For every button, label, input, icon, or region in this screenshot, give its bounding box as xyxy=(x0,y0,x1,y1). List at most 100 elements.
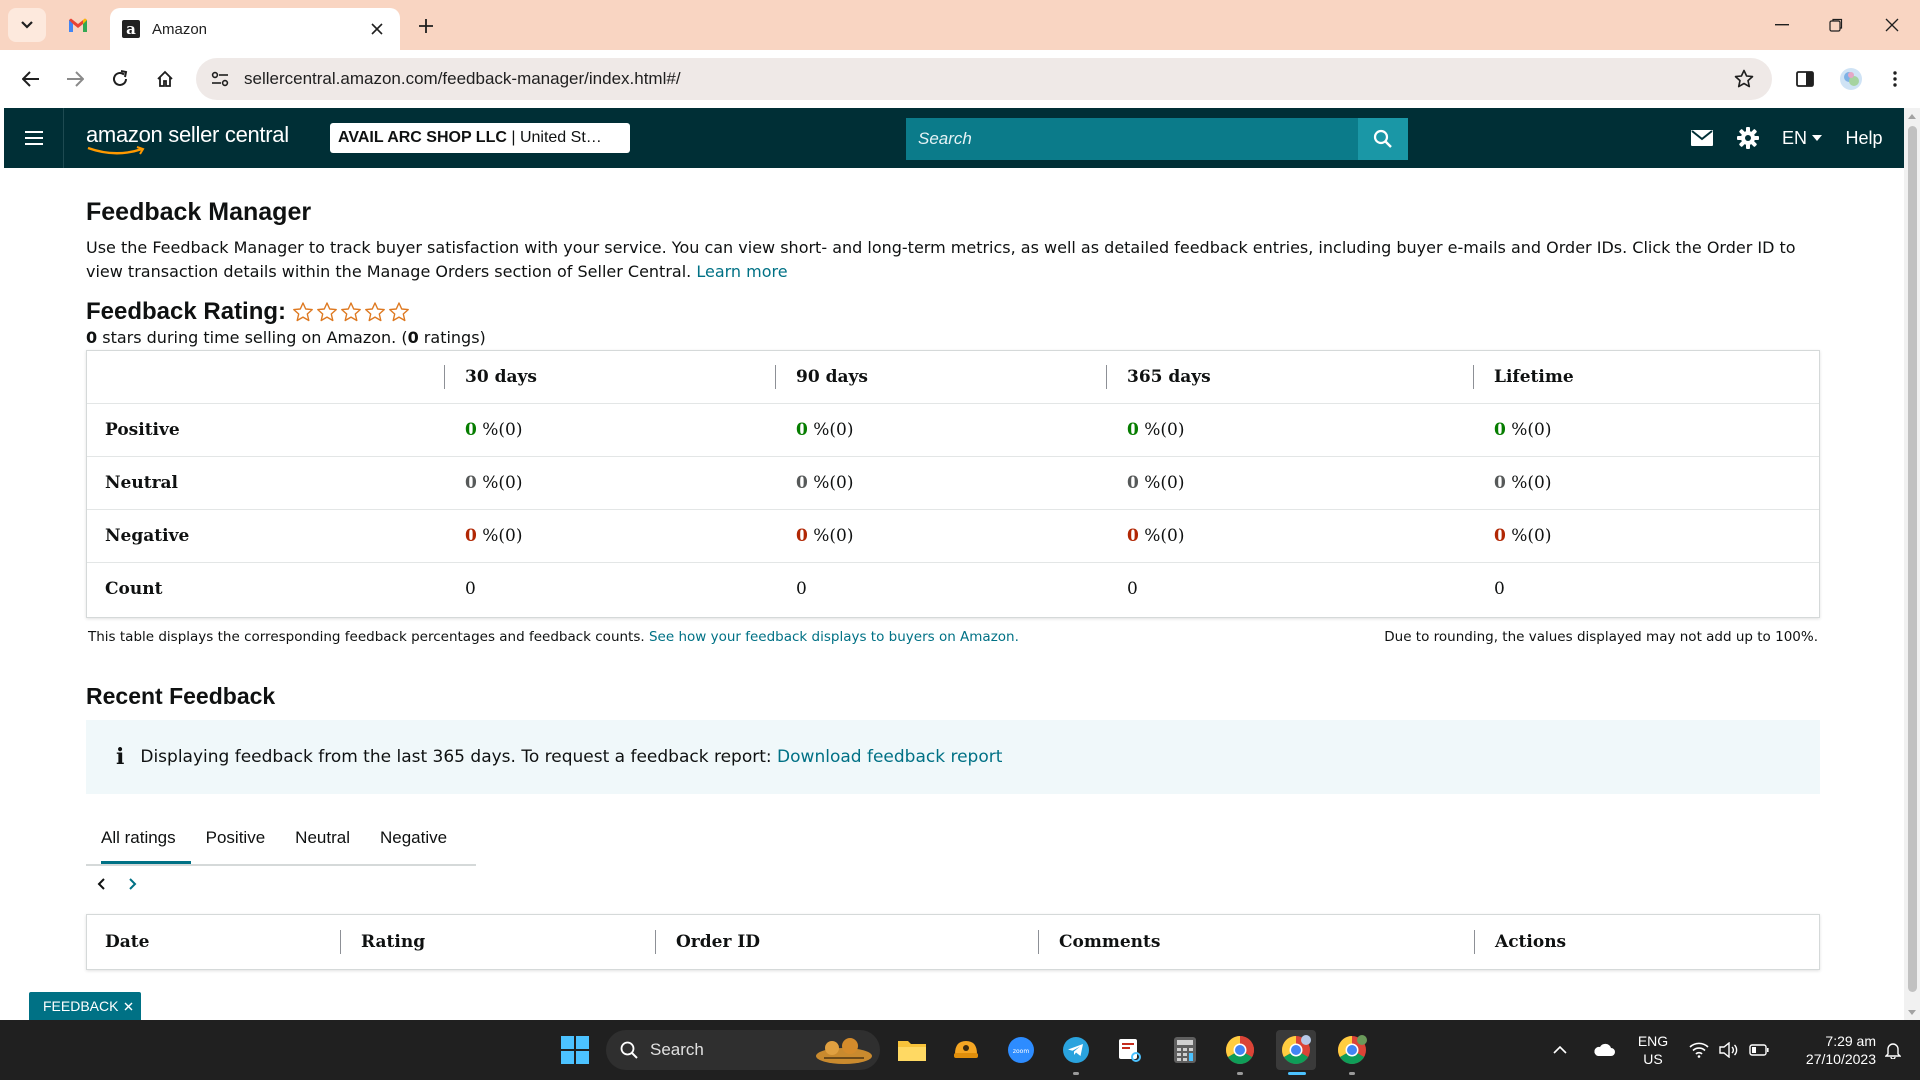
seller-central-logo[interactable]: amazon seller central xyxy=(86,122,289,155)
chevron-left-icon[interactable] xyxy=(94,876,108,892)
site-info-icon[interactable] xyxy=(200,58,240,100)
chevron-right-icon[interactable] xyxy=(126,876,140,892)
column-divider xyxy=(444,365,445,389)
count-value: 0 xyxy=(796,579,807,599)
metric-value: 0 xyxy=(1494,473,1506,493)
metric-count: %(0) xyxy=(476,420,523,440)
plus-icon xyxy=(419,19,433,33)
col-actions[interactable]: Actions xyxy=(1495,915,1566,969)
rating-summary: 0 stars during time selling on Amazon. (… xyxy=(86,328,486,347)
taskbar-calculator[interactable] xyxy=(1165,1030,1205,1070)
col-comments[interactable]: Comments xyxy=(1059,915,1160,969)
language-selector[interactable]: EN xyxy=(1778,123,1826,153)
taskbar-chrome-1[interactable] xyxy=(1220,1030,1260,1070)
close-window-button[interactable] xyxy=(1872,10,1912,40)
taskbar-chrome-2[interactable] xyxy=(1276,1030,1316,1070)
col-date[interactable]: Date xyxy=(105,915,149,969)
back-button[interactable] xyxy=(14,62,48,96)
telegram-icon xyxy=(1063,1037,1089,1063)
taskbar-chrome-3[interactable] xyxy=(1332,1030,1372,1070)
metric-count: %(0) xyxy=(476,526,523,546)
tab-all-ratings[interactable]: All ratings xyxy=(86,812,191,864)
menu-button[interactable] xyxy=(4,108,64,168)
tab-negative[interactable]: Negative xyxy=(365,812,462,864)
metric-count: %(0) xyxy=(1505,473,1552,493)
download-report-link[interactable]: Download feedback report xyxy=(777,747,1002,767)
metric-value: 0 xyxy=(796,420,808,440)
taskbar-zoom[interactable]: zoom xyxy=(1001,1030,1041,1070)
start-button[interactable] xyxy=(555,1030,595,1070)
account-switcher[interactable]: AVAIL ARC SHOP LLC | United St… xyxy=(330,123,630,153)
tab-search-button[interactable] xyxy=(8,8,46,42)
feedback-display-link[interactable]: See how your feedback displays to buyers… xyxy=(649,629,1019,645)
tab-neutral[interactable]: Neutral xyxy=(280,812,365,864)
chevron-down-icon xyxy=(21,21,33,29)
learn-more-link[interactable]: Learn more xyxy=(696,262,787,281)
scroll-thumb[interactable] xyxy=(1908,126,1917,992)
page-scrollbar[interactable] xyxy=(1904,108,1920,1020)
row-label: Count xyxy=(105,579,163,599)
col-order-id[interactable]: Order ID xyxy=(676,915,760,969)
metric-cell: 0 %(0) xyxy=(796,404,853,457)
search-input[interactable] xyxy=(906,118,1359,160)
home-button[interactable] xyxy=(148,62,182,96)
col-30-days: 30 days xyxy=(465,367,537,387)
header-search xyxy=(906,118,1408,160)
column-divider xyxy=(1038,930,1039,954)
metric-count: %(0) xyxy=(1505,526,1552,546)
taskbar-file-explorer[interactable] xyxy=(892,1030,932,1070)
search-icon xyxy=(620,1041,638,1059)
close-icon xyxy=(124,1002,133,1010)
tab-amazon[interactable]: a Amazon xyxy=(110,8,400,50)
clock[interactable]: 7:29 am 27/10/2023 xyxy=(1780,1032,1876,1068)
col-365-days: 365 days xyxy=(1127,367,1211,387)
reload-button[interactable] xyxy=(103,62,137,96)
hamburger-menu-icon xyxy=(24,131,43,145)
messages-button[interactable] xyxy=(1688,123,1716,153)
taskbar-telegram[interactable] xyxy=(1056,1030,1096,1070)
minimize-button[interactable] xyxy=(1762,10,1802,40)
taskbar-app-helmet[interactable] xyxy=(946,1030,986,1070)
search-icon xyxy=(1373,129,1392,148)
pinned-tab-gmail[interactable] xyxy=(58,10,98,40)
feedback-button[interactable]: FEEDBACK xyxy=(29,992,142,1020)
wifi-icon[interactable] xyxy=(1686,1030,1712,1070)
browser-menu-button[interactable] xyxy=(1878,62,1912,96)
feedback-rating-heading: Feedback Rating: xyxy=(86,298,410,326)
taskbar-snipping-tool[interactable] xyxy=(1110,1030,1150,1070)
browser-toolbar: sellercentral.amazon.com/feedback-manage… xyxy=(0,50,1920,108)
row-label: Neutral xyxy=(105,473,178,493)
settings-button[interactable] xyxy=(1734,123,1762,153)
search-button[interactable] xyxy=(1358,118,1408,160)
side-panel-button[interactable] xyxy=(1788,62,1822,96)
restore-button[interactable] xyxy=(1816,10,1856,40)
close-tab-icon[interactable] xyxy=(366,18,388,40)
metric-value: 0 xyxy=(796,526,808,546)
battery-icon[interactable] xyxy=(1746,1030,1772,1070)
show-hidden-icons[interactable] xyxy=(1546,1030,1574,1070)
star-icon xyxy=(293,302,313,322)
onedrive-icon[interactable] xyxy=(1590,1030,1618,1070)
help-link[interactable]: Help xyxy=(1844,123,1884,153)
tab-positive[interactable]: Positive xyxy=(191,812,281,864)
forward-arrow-icon xyxy=(67,71,84,87)
profile-avatar[interactable] xyxy=(1834,62,1868,96)
page-intro: Use the Feedback Manager to track buyer … xyxy=(86,236,1820,284)
bookmark-star-icon[interactable] xyxy=(1724,59,1764,99)
input-language[interactable]: ENG US xyxy=(1630,1032,1676,1068)
star-icon xyxy=(341,302,361,322)
metric-cell: 0 %(0) xyxy=(796,510,853,563)
new-tab-button[interactable] xyxy=(412,12,440,40)
notification-bell-icon[interactable] xyxy=(1878,1030,1908,1070)
volume-icon[interactable] xyxy=(1716,1030,1742,1070)
scroll-down-icon[interactable] xyxy=(1904,1004,1920,1020)
metric-cell: 0 %(0) xyxy=(1127,510,1184,563)
star-icon xyxy=(389,302,409,322)
col-rating[interactable]: Rating xyxy=(361,915,425,969)
intro-text: Use the Feedback Manager to track buyer … xyxy=(86,238,1796,281)
forward-button[interactable] xyxy=(58,62,92,96)
url-text: sellercentral.amazon.com/feedback-manage… xyxy=(244,69,681,88)
address-bar[interactable]: sellercentral.amazon.com/feedback-manage… xyxy=(196,58,1772,100)
taskbar-search[interactable]: Search xyxy=(606,1030,880,1070)
scroll-up-icon[interactable] xyxy=(1904,108,1920,124)
